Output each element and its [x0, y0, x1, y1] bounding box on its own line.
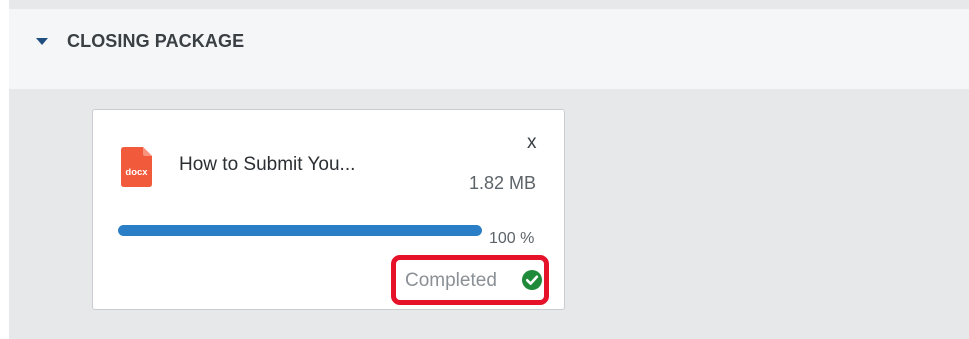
file-name: How to Submit You... [179, 154, 356, 175]
section-header[interactable]: CLOSING PACKAGE [9, 9, 969, 89]
section-title: CLOSING PACKAGE [67, 31, 245, 51]
status-highlight: Completed [391, 255, 549, 305]
status-text: Completed [405, 270, 497, 291]
file-type-badge: docx [125, 167, 148, 178]
file-upload-card: docx How to Submit You... x 1.82 MB 100 … [92, 109, 565, 310]
docx-file-icon: docx [121, 147, 152, 187]
file-size: 1.82 MB [469, 173, 537, 193]
progress-percent: 100 % [489, 230, 535, 247]
upload-progress-bar [118, 225, 482, 236]
upload-progress-fill [118, 225, 482, 236]
caret-down-icon[interactable] [36, 38, 48, 45]
upload-panel: CLOSING PACKAGE docx How to Submit You..… [9, 0, 969, 339]
check-circle-icon [522, 270, 542, 290]
remove-file-button[interactable]: x [527, 132, 537, 154]
